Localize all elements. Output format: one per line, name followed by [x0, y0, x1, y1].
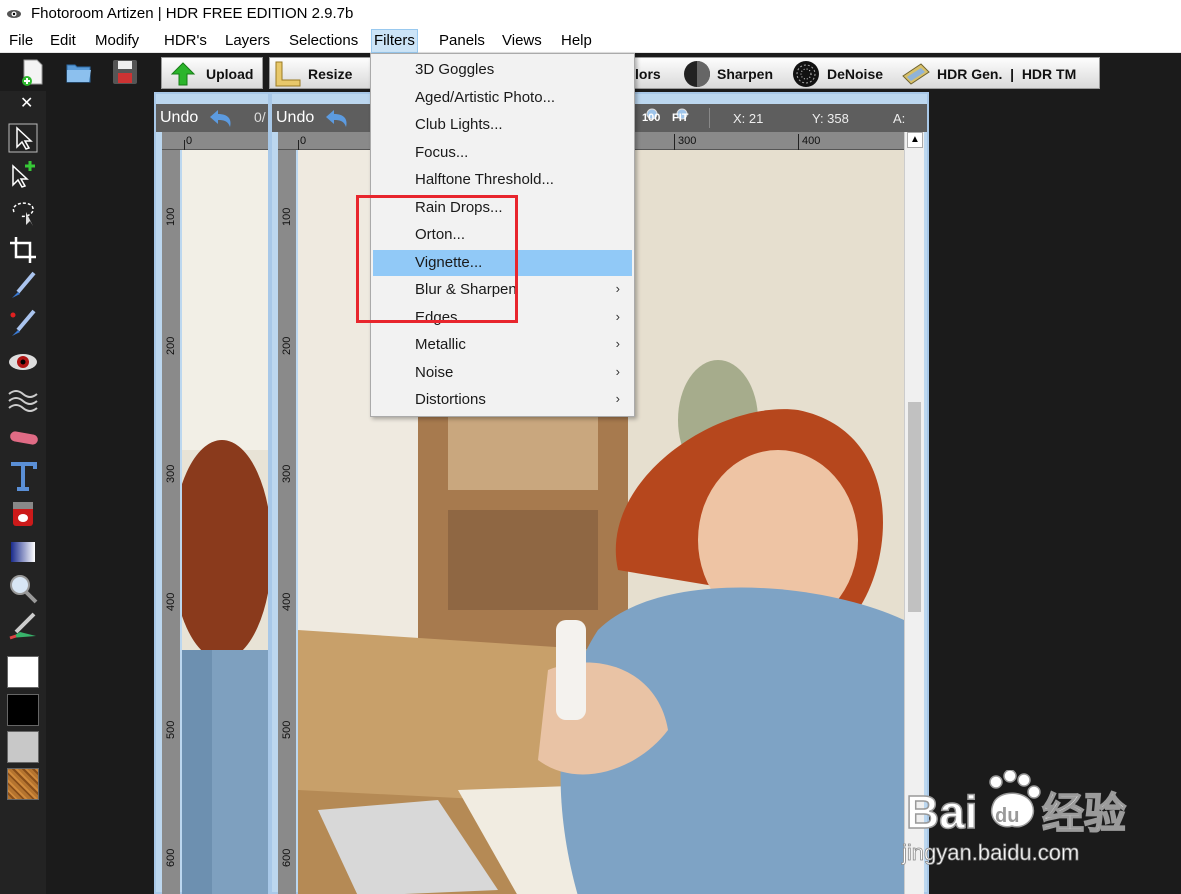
menu-bar: File Edit Modify HDR's Layers Selections… [0, 29, 1181, 53]
menu-item-distortions[interactable]: Distortions › [373, 387, 632, 413]
submenu-arrow-icon: › [615, 391, 620, 406]
menu-item-focus[interactable]: Focus... [373, 140, 632, 166]
red-eye-icon[interactable] [6, 346, 40, 378]
smudge-waves-icon[interactable] [6, 384, 40, 416]
svg-text:Bai: Bai [906, 786, 978, 838]
menu-help[interactable]: Help [560, 32, 593, 49]
menu-panels[interactable]: Panels [438, 32, 486, 49]
save-disk-icon[interactable] [110, 57, 140, 87]
menu-selections[interactable]: Selections [288, 32, 359, 49]
open-folder-icon[interactable] [64, 57, 94, 87]
texture-swatch[interactable] [7, 768, 39, 800]
menu-item-metallic[interactable]: Metallic › [373, 332, 632, 358]
paint-bucket-icon[interactable] [6, 498, 40, 530]
submenu-arrow-icon: › [615, 309, 620, 324]
undo-arrow-icon[interactable] [322, 107, 350, 129]
svg-text:du: du [995, 805, 1019, 827]
window-title: Fhotoroom Artizen | HDR FREE EDITION 2.9… [31, 5, 354, 22]
document-window-back[interactable]: Undo 0/ 0 100 200 300 400 500 600 [154, 92, 270, 894]
resize-button[interactable]: Resize [269, 57, 371, 89]
undo-counter: 0/ [254, 109, 266, 125]
scroll-up-icon[interactable]: ▲ [907, 132, 923, 148]
document-header: Undo 0/ [156, 104, 268, 132]
new-file-icon[interactable] [18, 57, 48, 87]
menu-hdrs[interactable]: HDR's [163, 32, 208, 49]
app-eye-icon [7, 10, 21, 18]
menu-item-club-lights[interactable]: Club Lights... [373, 112, 632, 138]
menu-item-noise[interactable]: Noise › [373, 360, 632, 386]
hdr-button[interactable]: HDR Gen. | HDR TM [937, 66, 1076, 82]
left-ruler-main: 100 200 300 400 500 600 [278, 150, 296, 894]
menu-filters[interactable]: Filters [371, 29, 418, 53]
background-photo-left [182, 150, 268, 894]
background-color-swatch[interactable] [7, 694, 39, 726]
zoom-magnifier-icon[interactable] [6, 572, 40, 604]
add-select-icon[interactable] [6, 158, 40, 190]
cursor-x-readout: X: 21 [733, 111, 764, 126]
alpha-readout: A: [893, 111, 906, 126]
hdr-icon [902, 63, 930, 85]
baidu-watermark: Bai du 经验 jingyan.baidu.com [900, 770, 1140, 870]
crop-icon[interactable] [6, 234, 40, 266]
close-panel-icon[interactable]: ✕ [20, 93, 33, 113]
menu-file[interactable]: File [8, 32, 34, 49]
fit-label: FIT [672, 112, 689, 124]
sharpen-button[interactable]: Sharpen [717, 66, 773, 82]
upload-button[interactable]: Upload [161, 57, 263, 89]
undo-button[interactable]: Undo [160, 109, 198, 127]
menu-edit[interactable]: Edit [49, 32, 77, 49]
color-picker-icon[interactable] [6, 610, 40, 642]
title-bar: Fhotoroom Artizen | HDR FREE EDITION 2.9… [0, 0, 1181, 29]
sharpen-icon [684, 61, 710, 87]
effects-button-group: lors Sharpen DeNoise HDR Gen. | HDR TM [634, 57, 1100, 89]
annotation-highlight-box [356, 195, 518, 323]
undo-arrow-icon[interactable] [206, 107, 234, 129]
submenu-arrow-icon: › [615, 281, 620, 296]
scrollbar-thumb[interactable] [908, 402, 921, 612]
svg-text:经验: 经验 [1042, 789, 1126, 838]
menu-item-3d-goggles[interactable]: 3D Goggles [373, 57, 632, 83]
pointer-select-icon[interactable] [6, 122, 40, 154]
submenu-arrow-icon: › [615, 364, 620, 379]
gradient-icon[interactable] [6, 536, 40, 568]
menu-item-halftone[interactable]: Halftone Threshold... [373, 167, 632, 193]
zoom-100-label: 100 [642, 112, 661, 124]
pencil-icon[interactable] [6, 308, 40, 340]
foreground-color-swatch[interactable] [7, 656, 39, 688]
menu-item-aged-artistic[interactable]: Aged/Artistic Photo... [373, 85, 632, 111]
text-tool-icon[interactable] [6, 460, 40, 492]
watermark-url: jingyan.baidu.com [902, 840, 1080, 866]
lasso-icon[interactable] [6, 196, 40, 228]
undo-button-main[interactable]: Undo [276, 109, 314, 127]
denoise-button[interactable]: DeNoise [827, 66, 883, 82]
menu-modify[interactable]: Modify [94, 32, 140, 49]
menu-layers[interactable]: Layers [224, 32, 271, 49]
brush-icon[interactable] [6, 270, 40, 302]
denoise-icon [793, 61, 819, 87]
submenu-arrow-icon: › [615, 336, 620, 351]
top-ruler: 0 [162, 132, 268, 150]
left-ruler: 100 200 300 400 500 600 [162, 150, 180, 894]
ruler-square-icon [275, 61, 301, 87]
menu-views[interactable]: Views [501, 32, 543, 49]
cursor-y-readout: Y: 358 [812, 111, 849, 126]
gray-color-swatch[interactable] [7, 731, 39, 763]
colors-button[interactable]: lors [635, 66, 661, 82]
eraser-icon[interactable] [6, 422, 40, 454]
baidu-paw-logo: Bai du 经验 [905, 770, 1127, 839]
upload-arrow-icon [170, 62, 196, 86]
